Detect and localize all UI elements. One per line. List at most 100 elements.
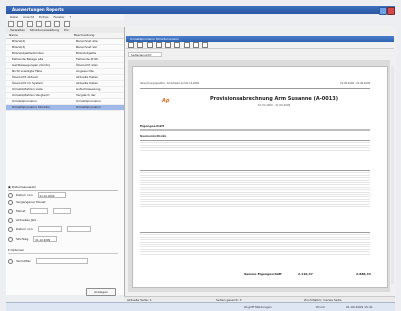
taskbar-item-druck[interactable]: Druck [316,303,325,311]
table-row [140,170,370,171]
report-list: Bilanz(2) Berechnet alle Bilanz(3) Berechne… [6,39,124,111]
first-page-icon[interactable] [128,42,134,48]
table-row [140,248,370,250]
doc-header-row: Abrechnungsposition: Amortisiert auf 01.… [140,82,370,86]
date-from-field[interactable] [37,226,62,232]
table-row [140,241,370,243]
list-item-name: Bilanzobjekte/Konten [12,51,44,55]
list-item-desc: Berechnet alle [76,39,98,43]
table-row [140,174,370,176]
list-item-desc: Fehlende Prüfu [76,57,99,61]
radio-icon[interactable] [8,226,13,232]
radio-icon[interactable] [8,192,13,198]
doc-header-left: Abrechnungsposition: Amortisiert auf 01.… [140,82,200,85]
divider [140,129,370,131]
list-item-desc: Angesuchte [76,69,94,73]
left-panel: Verwalten Strukturverwaltung Pro Name Be… [6,27,125,295]
table-row [140,251,370,253]
options-section[interactable]: ▾ Optionen [8,247,118,254]
table-row [140,244,370,245]
tab-seitenansicht[interactable]: Seitenansicht [128,52,162,57]
zoom-in-icon[interactable] [183,42,190,48]
vermittler-row: Vermittler [8,258,118,264]
list-item-desc: Aufschlüsselung [76,87,101,91]
vermittler-field[interactable] [35,258,88,264]
list-item[interactable]: Umsatzprovision Struktur Umsatzprovision [6,105,124,111]
date-field[interactable]: 01.10.2009 [37,192,66,198]
list-item-name: Umsatz/Zahlen Vergleich [12,93,50,97]
table-row [140,186,370,188]
list-item-desc: Aktuelle Daten [76,75,99,79]
menu-fenster[interactable]: Fenster [53,15,64,19]
filter-option-stichtag[interactable]: Stichtag 01.10.2009 [8,236,118,242]
radio-icon[interactable] [8,199,13,205]
filter-option-datum-von[interactable]: Datum von [8,226,118,232]
vertical-scrollbar[interactable] [391,66,394,284]
list-item-name: Bilanz(2) [12,39,26,43]
next-page-icon[interactable] [146,42,153,48]
search-icon[interactable] [202,42,209,48]
tab-verwalten[interactable]: Verwalten [10,28,25,32]
filter-option-datum[interactable]: Datum von 01.10.2009 [8,192,118,198]
list-item-name: Fehlende Belege alle [12,57,44,61]
doc-title: Provisionsabrechnung Arm Susanne (A-0013… [209,96,338,102]
last-page-icon[interactable] [155,42,162,48]
menu-help[interactable]: ? [70,15,72,19]
table-row [140,182,370,183]
radio-icon[interactable] [8,236,13,242]
anzeigen-button[interactable]: Anzeigen [86,288,116,296]
list-item-name: Umsatzprovision [12,99,37,103]
zoom-out-icon[interactable] [192,42,199,48]
menu-datei[interactable]: Datei [10,15,18,19]
table-row [140,177,370,179]
stichtag-field[interactable]: 01.10.2009 [33,236,58,242]
filter-option-aktuelles-jahr[interactable]: Aktuelles Jahr [8,217,118,223]
list-item-name: Umsatz/Zahlen Liste [12,87,43,91]
subsection-label: Neukunde/Risiko [140,134,167,138]
prev-page-icon[interactable] [137,42,144,48]
taskbar-item-meldungen[interactable]: Zugriff Meldungen [244,303,272,311]
radio-icon[interactable] [8,217,13,223]
table-row [140,189,370,191]
col-beschreibung[interactable]: Beschreibung [74,33,116,38]
doc-subtitle: 01.01.2009 - 31.09.2009 [257,104,291,107]
table-row [140,172,370,174]
list-item-name: Geldbewegungen (Konto) [12,63,51,67]
menu-extras[interactable]: Extras [39,15,48,19]
export-icon[interactable] [174,42,181,48]
table-row [140,144,370,146]
viewer-title: Umsatzprovision Strukturversion [130,37,180,41]
month-field[interactable] [30,208,49,214]
tab-strukturverwaltung[interactable]: Strukturverwaltung [30,28,59,32]
year-field[interactable] [53,208,72,214]
viewer-toolbar [126,42,394,49]
table-row [140,198,370,200]
table-row [140,246,370,248]
list-item-desc: Bilanzobjekte [76,51,97,55]
table-row [140,236,370,238]
print-icon[interactable] [165,42,172,48]
table-row [140,196,370,198]
tab-pro[interactable]: Pro [64,28,69,32]
radio-icon[interactable] [8,208,13,214]
list-item-name: Nicht erledigte Fälle [12,69,42,73]
col-name[interactable]: Name [6,33,73,38]
checkbox-icon[interactable] [8,258,13,264]
divider [140,88,370,89]
doc-header-right: 01.09.2009 - 01.09.2009 [340,82,370,85]
list-item-desc: Berechnet Ver [76,45,98,49]
table-row [140,142,370,144]
table-row [140,140,370,141]
maximize-icon[interactable] [379,7,387,15]
close-icon[interactable] [387,7,395,15]
table-row [140,253,370,255]
section-label: Eigengeschäft [140,124,165,128]
filter-option-monat[interactable]: Monat [8,208,118,214]
table-row [140,239,370,241]
date-to-field[interactable] [66,226,91,232]
menu-ansicht[interactable]: Ansicht [23,15,34,19]
table-row [140,232,370,233]
list-item-desc: Vergleich der [76,93,96,97]
taskbar: Zugriff Meldungen Druck 01.09.2009 15:41 [6,302,395,311]
filter-option-vergangener-monat[interactable]: Vergangener Monat [8,199,118,205]
